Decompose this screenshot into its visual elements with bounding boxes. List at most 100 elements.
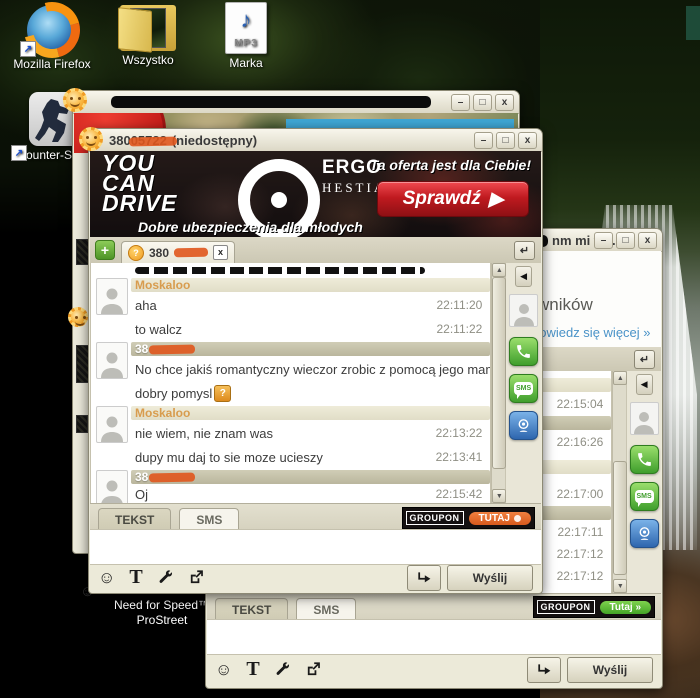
gg-sun-status-icon [79,127,103,151]
send-on-enter-icon[interactable] [527,657,561,683]
contact-avatar [509,294,538,327]
send-button[interactable]: Wyślij [447,565,533,591]
desktop-icon-label: Marka [200,57,292,70]
groupon-logo: GROUPON [537,600,595,614]
sms-icon[interactable]: SMS [509,374,538,403]
censored-digits [149,344,195,354]
tab-sms[interactable]: SMS [179,508,239,530]
message-time: 22:13:22 [430,426,483,440]
ad-more-link[interactable]: dowiedz się więcej » [532,325,651,340]
message-time: 22:11:20 [430,298,482,312]
send-button[interactable]: Wyślij [567,657,653,683]
maximize-button[interactable]: □ [473,94,492,111]
censored-text [135,267,425,274]
groupon-ad-banner[interactable]: GROUPON TUTAJ [402,507,536,529]
undock-icon[interactable]: ↵ [634,350,655,369]
message-text: dobry pomysl [135,386,212,401]
mp3-badge: MP3 [226,38,266,49]
chat-window-front: 38005722 (niedostępny) – □ x YOU CAN DRI… [88,128,543,594]
chat-scrollbar[interactable]: ▲ ▼ [491,263,505,503]
desktop: ↗ Mozilla Firefox Wszystko ♪ MP3 Marka ↗… [0,0,700,698]
scroll-up-icon[interactable]: ▲ [492,263,506,277]
maximize-button[interactable]: □ [496,132,515,149]
scroll-up-icon[interactable]: ▲ [613,371,627,385]
compose-toolbar: ☺ T Wyślij [207,653,661,686]
status-unknown-icon: ? [128,245,144,261]
message-sender-header: 38 [91,469,490,485]
message-input[interactable] [90,529,541,565]
desktop-icon-wszystko[interactable]: Wszystko [102,5,194,67]
minimize-button[interactable]: – [594,232,613,249]
censored-title [111,96,431,108]
emoticon-picker-icon[interactable]: ☺ [215,660,232,680]
conversation-tab-bar: + ? 380 x ↵ [90,237,541,264]
call-icon[interactable] [509,337,538,366]
message-time: 22:15:42 [430,487,483,501]
ad-cta-button[interactable]: Sprawdź ▶ [377,181,529,217]
collapse-panel-icon[interactable]: ◀ [636,374,653,395]
maximize-button[interactable]: □ [616,232,635,249]
scroll-down-icon[interactable]: ▼ [492,489,506,503]
conversation-tab-label: 380 [149,246,169,260]
chat-scrollbar[interactable]: ▲ ▼ [612,371,626,593]
collapse-panel-icon[interactable]: ◀ [515,266,532,287]
tab-tekst[interactable]: TEKST [98,508,171,530]
close-tab-icon[interactable]: x [213,245,228,260]
titlebar[interactable]: – □ x [73,91,519,114]
webcam-icon[interactable] [509,411,538,440]
conversation-tab[interactable]: ? 380 x [121,241,235,264]
mp3-file-icon: ♪ MP3 [225,2,267,54]
wrench-settings-icon[interactable] [157,569,174,586]
emoticon-picker-icon[interactable]: ☺ [98,568,115,588]
sms-icon-label: SMS [637,493,652,500]
undock-icon[interactable]: ↵ [514,241,535,260]
message-time: 22:11:22 [430,322,482,336]
dot-icon [514,515,521,522]
avatar [96,406,128,443]
compose-toolbar: ☺ T Wyślij [90,563,541,592]
ad-banner-youcandrive[interactable]: YOU CAN DRIVE ERGO HESTIA Ta oferta jest… [90,151,541,237]
desktop-icon-firefox[interactable]: ↗ Mozilla Firefox [6,5,98,71]
wrench-settings-icon[interactable] [274,661,291,678]
close-button[interactable]: x [518,132,537,149]
close-button[interactable]: x [495,94,514,111]
tab-tekst[interactable]: TEKST [215,598,288,620]
message-input[interactable] [207,619,661,655]
message-text: aha [135,298,157,313]
tab-sms[interactable]: SMS [296,598,356,620]
scrollbar-thumb[interactable] [492,277,506,469]
ad-footer: Dobre ubezpieczenia dla młodych [138,219,363,235]
ad-cta-label: Sprawdź [403,188,481,210]
message-text: nie wiem, nie znam was [135,426,273,441]
minimize-button[interactable]: – [474,132,493,149]
censored-digits [174,248,208,258]
groupon-logo: GROUPON [406,511,464,525]
shortcut-arrow-icon: ↗ [20,41,36,57]
add-conversation-icon[interactable]: + [95,240,115,260]
message-time: 22:17:12 [551,547,604,561]
format-text-icon[interactable]: T [129,566,142,589]
avatar [96,470,128,503]
compose-tab-bar: TEKST SMS GROUPON TUTAJ [90,503,541,530]
message-text: No chce jakiś romantyczny wieczor zrobic… [135,362,491,377]
groupon-cta-label: Tutaj » [610,602,641,613]
desktop-icon-marka[interactable]: ♪ MP3 Marka [200,2,292,70]
censored-digits [129,136,177,146]
format-text-icon[interactable]: T [246,658,259,681]
call-icon[interactable] [630,445,659,474]
sms-icon-label: SMS [516,385,531,392]
groupon-cta-button[interactable]: Tutaj » [600,601,651,614]
share-export-icon[interactable] [305,661,322,678]
minimize-button[interactable]: – [451,94,470,111]
sms-icon[interactable]: SMS [630,482,659,511]
groupon-cta-button[interactable]: TUTAJ [469,512,531,525]
webcam-icon[interactable] [630,519,659,548]
share-export-icon[interactable] [188,569,205,586]
scrollbar-thumb[interactable] [613,461,627,575]
titlebar[interactable]: 38005722 (niedostępny) – □ x [89,129,542,152]
groupon-ad-banner[interactable]: GROUPON Tutaj » [533,596,656,618]
send-on-enter-icon[interactable] [407,565,441,591]
scroll-down-icon[interactable]: ▼ [613,579,627,593]
close-button[interactable]: x [638,232,657,249]
shortcut-arrow-icon: ↗ [11,145,27,161]
